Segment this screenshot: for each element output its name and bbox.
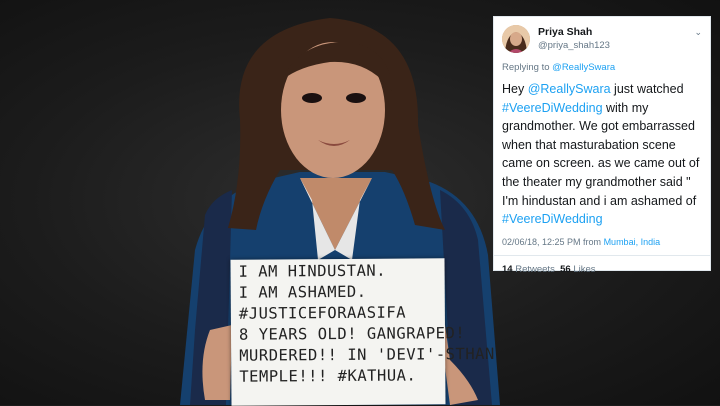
user-handle[interactable]: @priya_shah123 bbox=[538, 39, 610, 52]
tweet-stats: 14 Retweets 56 Likes bbox=[502, 264, 702, 275]
tweet-body: Hey @ReallySwara just watched #VeereDiWe… bbox=[502, 80, 702, 229]
tweet-card: Priya Shah @priya_shah123 ⌄ Replying to … bbox=[493, 16, 711, 275]
reply-prefix: Replying to bbox=[502, 62, 550, 73]
tweet-text: Hey bbox=[502, 82, 528, 96]
hashtag-link[interactable]: #VeereDiWedding bbox=[502, 101, 603, 115]
sign-line: I AM ASHAMED. bbox=[238, 282, 367, 302]
protest-sign: I AM HINDUSTAN. I AM ASHAMED. #JUSTICEFO… bbox=[230, 258, 495, 406]
avatar[interactable] bbox=[502, 25, 530, 53]
sign-line: TEMPLE!!! #KATHUA. bbox=[239, 366, 417, 386]
sign-line: MURDERED!! IN 'DEVI'-STHAN bbox=[239, 344, 495, 365]
tweet-meta: 02/06/18, 12:25 PM from Mumbai, India bbox=[502, 237, 702, 247]
tweet-text: with my grandmother. We got embarrassed … bbox=[502, 100, 700, 208]
mention-link[interactable]: @ReallySwara bbox=[528, 82, 611, 96]
location-link[interactable]: Mumbai, India bbox=[604, 237, 661, 247]
hashtag-link[interactable]: #VeereDiWedding bbox=[502, 212, 603, 226]
reply-handle-link[interactable]: @ReallySwara bbox=[552, 62, 615, 73]
replying-to: Replying to @ReallySwara bbox=[502, 62, 702, 73]
tweet-text: just watched bbox=[610, 82, 684, 96]
sign-line: #JUSTICEFORAASIFA bbox=[238, 303, 407, 323]
retweets-count[interactable]: 14 bbox=[502, 264, 513, 275]
tweet-header: Priya Shah @priya_shah123 bbox=[502, 23, 702, 55]
display-name[interactable]: Priya Shah bbox=[538, 26, 610, 39]
divider bbox=[494, 254, 710, 256]
chevron-down-icon[interactable]: ⌄ bbox=[694, 27, 702, 38]
timestamp: 02/06/18, 12:25 PM from bbox=[502, 236, 604, 247]
likes-label[interactable]: Likes bbox=[573, 264, 595, 275]
sign-line: I AM HINDUSTAN. bbox=[238, 261, 387, 281]
sign-line: 8 YEARS OLD! GANGRAPED! bbox=[238, 324, 466, 344]
retweets-label[interactable]: Retweets bbox=[515, 264, 555, 275]
likes-count[interactable]: 56 bbox=[560, 264, 571, 275]
